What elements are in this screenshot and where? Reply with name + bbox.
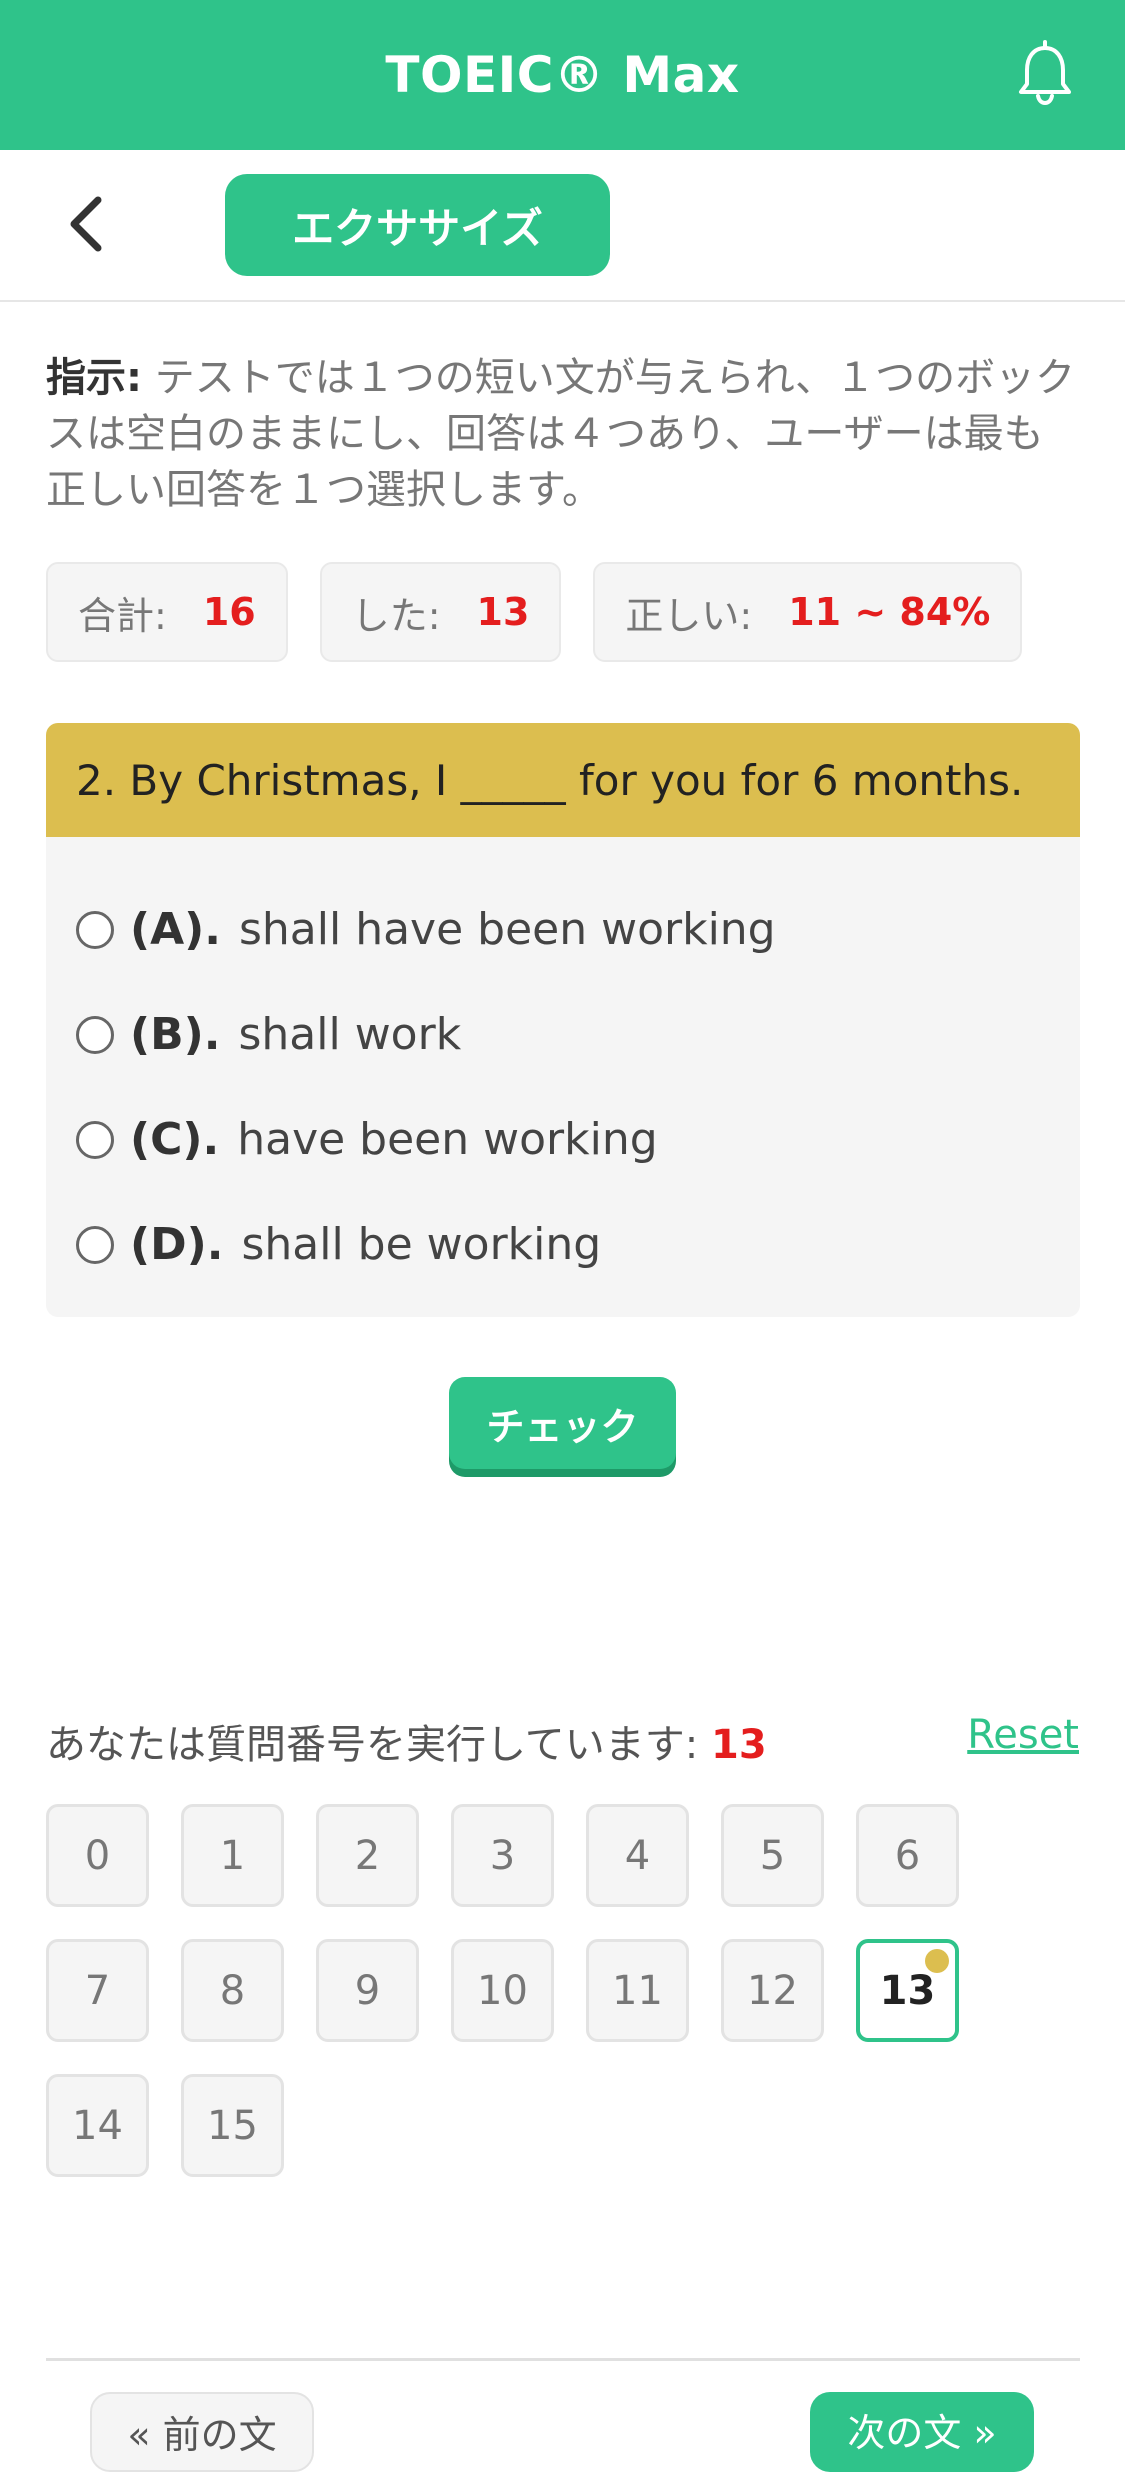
stat-done: した: 13 bbox=[319, 562, 562, 662]
stat-correct: 正しい: 11 ~ 84% bbox=[593, 562, 1023, 662]
option-a[interactable]: (A). shall have been working bbox=[46, 877, 1080, 982]
footer-divider bbox=[46, 2358, 1080, 2361]
check-button[interactable]: チェック bbox=[449, 1377, 676, 1469]
progress-current: 13 bbox=[711, 1722, 767, 1768]
stat-total: 合計: 16 bbox=[46, 562, 288, 662]
option-key: (C). bbox=[130, 1114, 220, 1165]
app-header: TOEIC® Max bbox=[0, 0, 1125, 150]
previous-sentence-button[interactable]: « 前の文 bbox=[90, 2392, 314, 2472]
radio-button[interactable] bbox=[76, 910, 114, 949]
stat-correct-value: 11 ~ 84% bbox=[788, 590, 991, 634]
question-number-button[interactable]: 12 bbox=[721, 1939, 824, 2042]
question-number-button[interactable]: 10 bbox=[451, 1939, 554, 2042]
progress-label: あなたは質問番号を実行しています: bbox=[46, 1722, 699, 1768]
option-text: shall be working bbox=[241, 1219, 602, 1270]
option-key: (D). bbox=[130, 1219, 224, 1270]
sub-navigation-bar: エクササイズ bbox=[0, 150, 1125, 302]
option-text: shall have been working bbox=[239, 904, 776, 955]
instructions: 指示: テストでは１つの短い文が与えられ、１つのボックスは空白のままにし、回答は… bbox=[46, 350, 1076, 518]
question-number-button[interactable]: 5 bbox=[721, 1804, 824, 1907]
question-number-button[interactable]: 7 bbox=[46, 1939, 149, 2042]
instructions-label: 指示: bbox=[46, 355, 142, 401]
tab-exercise[interactable]: エクササイズ bbox=[225, 174, 610, 276]
question-number-button[interactable]: 1 bbox=[181, 1804, 284, 1907]
stat-total-value: 16 bbox=[202, 590, 256, 634]
question-number-button[interactable]: 14 bbox=[46, 2074, 149, 2177]
question-number-button[interactable]: 15 bbox=[181, 2074, 284, 2177]
current-indicator-dot bbox=[925, 1949, 949, 1973]
stat-done-label: した: bbox=[351, 593, 441, 638]
radio-button[interactable] bbox=[76, 1120, 114, 1159]
option-key: (A). bbox=[130, 904, 221, 955]
bell-icon[interactable] bbox=[1009, 38, 1081, 110]
question-card: 2. By Christmas, I _____ for you for 6 m… bbox=[46, 723, 1080, 1317]
question-number-button[interactable]: 8 bbox=[181, 1939, 284, 2042]
question-number-button[interactable]: 3 bbox=[451, 1804, 554, 1907]
progress-status: あなたは質問番号を実行しています: 13 bbox=[46, 1712, 767, 1770]
chevron-left-icon[interactable] bbox=[58, 192, 122, 256]
radio-button[interactable] bbox=[76, 1015, 114, 1054]
question-number-button[interactable]: 6 bbox=[856, 1804, 959, 1907]
option-b[interactable]: (B). shall work bbox=[46, 982, 1080, 1087]
question-number-label: 13 bbox=[879, 1967, 936, 2014]
question-number-button[interactable]: 2 bbox=[316, 1804, 419, 1907]
option-text: shall work bbox=[238, 1009, 462, 1060]
options-list: (A). shall have been working (B). shall … bbox=[46, 837, 1080, 1297]
stat-correct-label: 正しい: bbox=[625, 593, 753, 638]
question-number-grid: 0 1 2 3 4 5 6 7 8 9 10 11 12 13 14 15 bbox=[46, 1804, 1006, 2177]
stat-done-value: 13 bbox=[476, 590, 530, 634]
option-d[interactable]: (D). shall be working bbox=[46, 1192, 1080, 1297]
stats-row: 合計: 16 した: 13 正しい: 11 ~ 84% bbox=[46, 562, 1023, 662]
question-number-button[interactable]: 4 bbox=[586, 1804, 689, 1907]
question-text: 2. By Christmas, I _____ for you for 6 m… bbox=[46, 723, 1080, 837]
instructions-text: テストでは１つの短い文が与えられ、１つのボックスは空白のままにし、回答は４つあり… bbox=[46, 355, 1076, 513]
stat-total-label: 合計: bbox=[78, 593, 167, 638]
next-sentence-button[interactable]: 次の文 » bbox=[810, 2392, 1034, 2472]
option-text: have been working bbox=[237, 1114, 658, 1165]
option-c[interactable]: (C). have been working bbox=[46, 1087, 1080, 1192]
question-number-button[interactable]: 9 bbox=[316, 1939, 419, 2042]
question-number-button-active[interactable]: 13 bbox=[856, 1939, 959, 2042]
reset-link[interactable]: Reset bbox=[967, 1712, 1079, 1758]
question-number-button[interactable]: 11 bbox=[586, 1939, 689, 2042]
app-title: TOEIC® Max bbox=[385, 46, 740, 104]
option-key: (B). bbox=[130, 1009, 221, 1060]
question-number-button[interactable]: 0 bbox=[46, 1804, 149, 1907]
radio-button[interactable] bbox=[76, 1225, 114, 1264]
